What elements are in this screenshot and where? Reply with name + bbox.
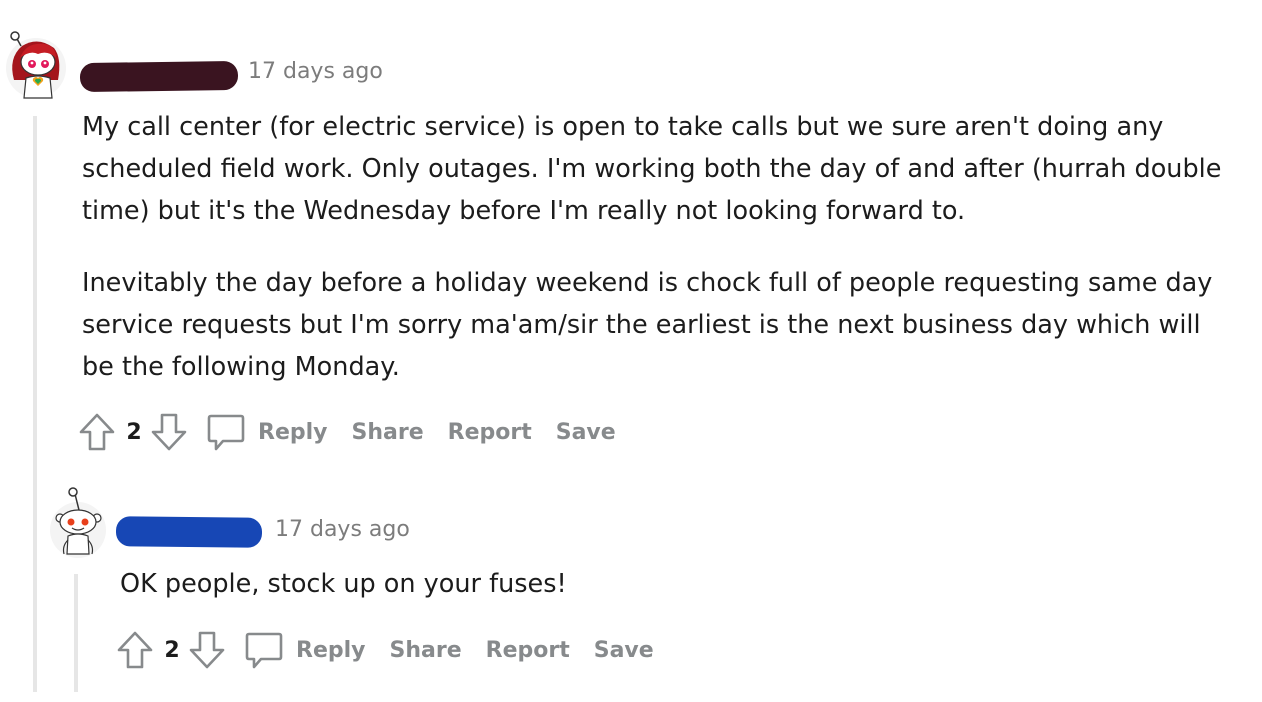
reply-button[interactable]: Reply [258,420,328,445]
comment-paragraph: OK people, stock up on your fuses! [120,569,567,599]
vote-score: 2 [126,419,142,445]
default-snoo-avatar-icon [50,487,106,558]
comment-bubble-icon[interactable] [244,630,284,670]
user-avatar[interactable] [4,28,68,100]
comment-body: My call center (for electric service) is… [82,106,1232,388]
comment-paragraph: Inevitably the day before a holiday week… [82,268,1213,382]
red-hair-snoo-avatar-icon [6,31,66,99]
share-button[interactable]: Share [390,638,462,663]
thread-line-level-1[interactable] [33,116,37,692]
comment-action-bar: 2 Reply Share Report Save [78,410,626,454]
redacted-username[interactable] [79,60,239,93]
upvote-arrow-icon[interactable] [116,630,154,670]
comment-timestamp[interactable]: 17 days ago [275,517,410,542]
report-button[interactable]: Report [486,638,570,663]
save-button[interactable]: Save [556,420,616,445]
downvote-arrow-icon[interactable] [188,630,226,670]
thread-line-level-2[interactable] [74,574,78,692]
report-button[interactable]: Report [448,420,532,445]
comment-bubble-icon[interactable] [206,412,246,452]
reply-button[interactable]: Reply [296,638,366,663]
comment-body: OK people, stock up on your fuses! [120,563,1220,605]
comment-timestamp[interactable]: 17 days ago [248,59,383,84]
vote-score: 2 [164,637,180,663]
comment-action-bar: 2 Reply Share Report Save [116,628,664,672]
save-button[interactable]: Save [594,638,654,663]
upvote-arrow-icon[interactable] [78,412,116,452]
user-avatar[interactable] [48,484,108,558]
comment-paragraph: My call center (for electric service) is… [82,112,1222,226]
downvote-arrow-icon[interactable] [150,412,188,452]
share-button[interactable]: Share [352,420,424,445]
redacted-username[interactable] [115,516,263,548]
